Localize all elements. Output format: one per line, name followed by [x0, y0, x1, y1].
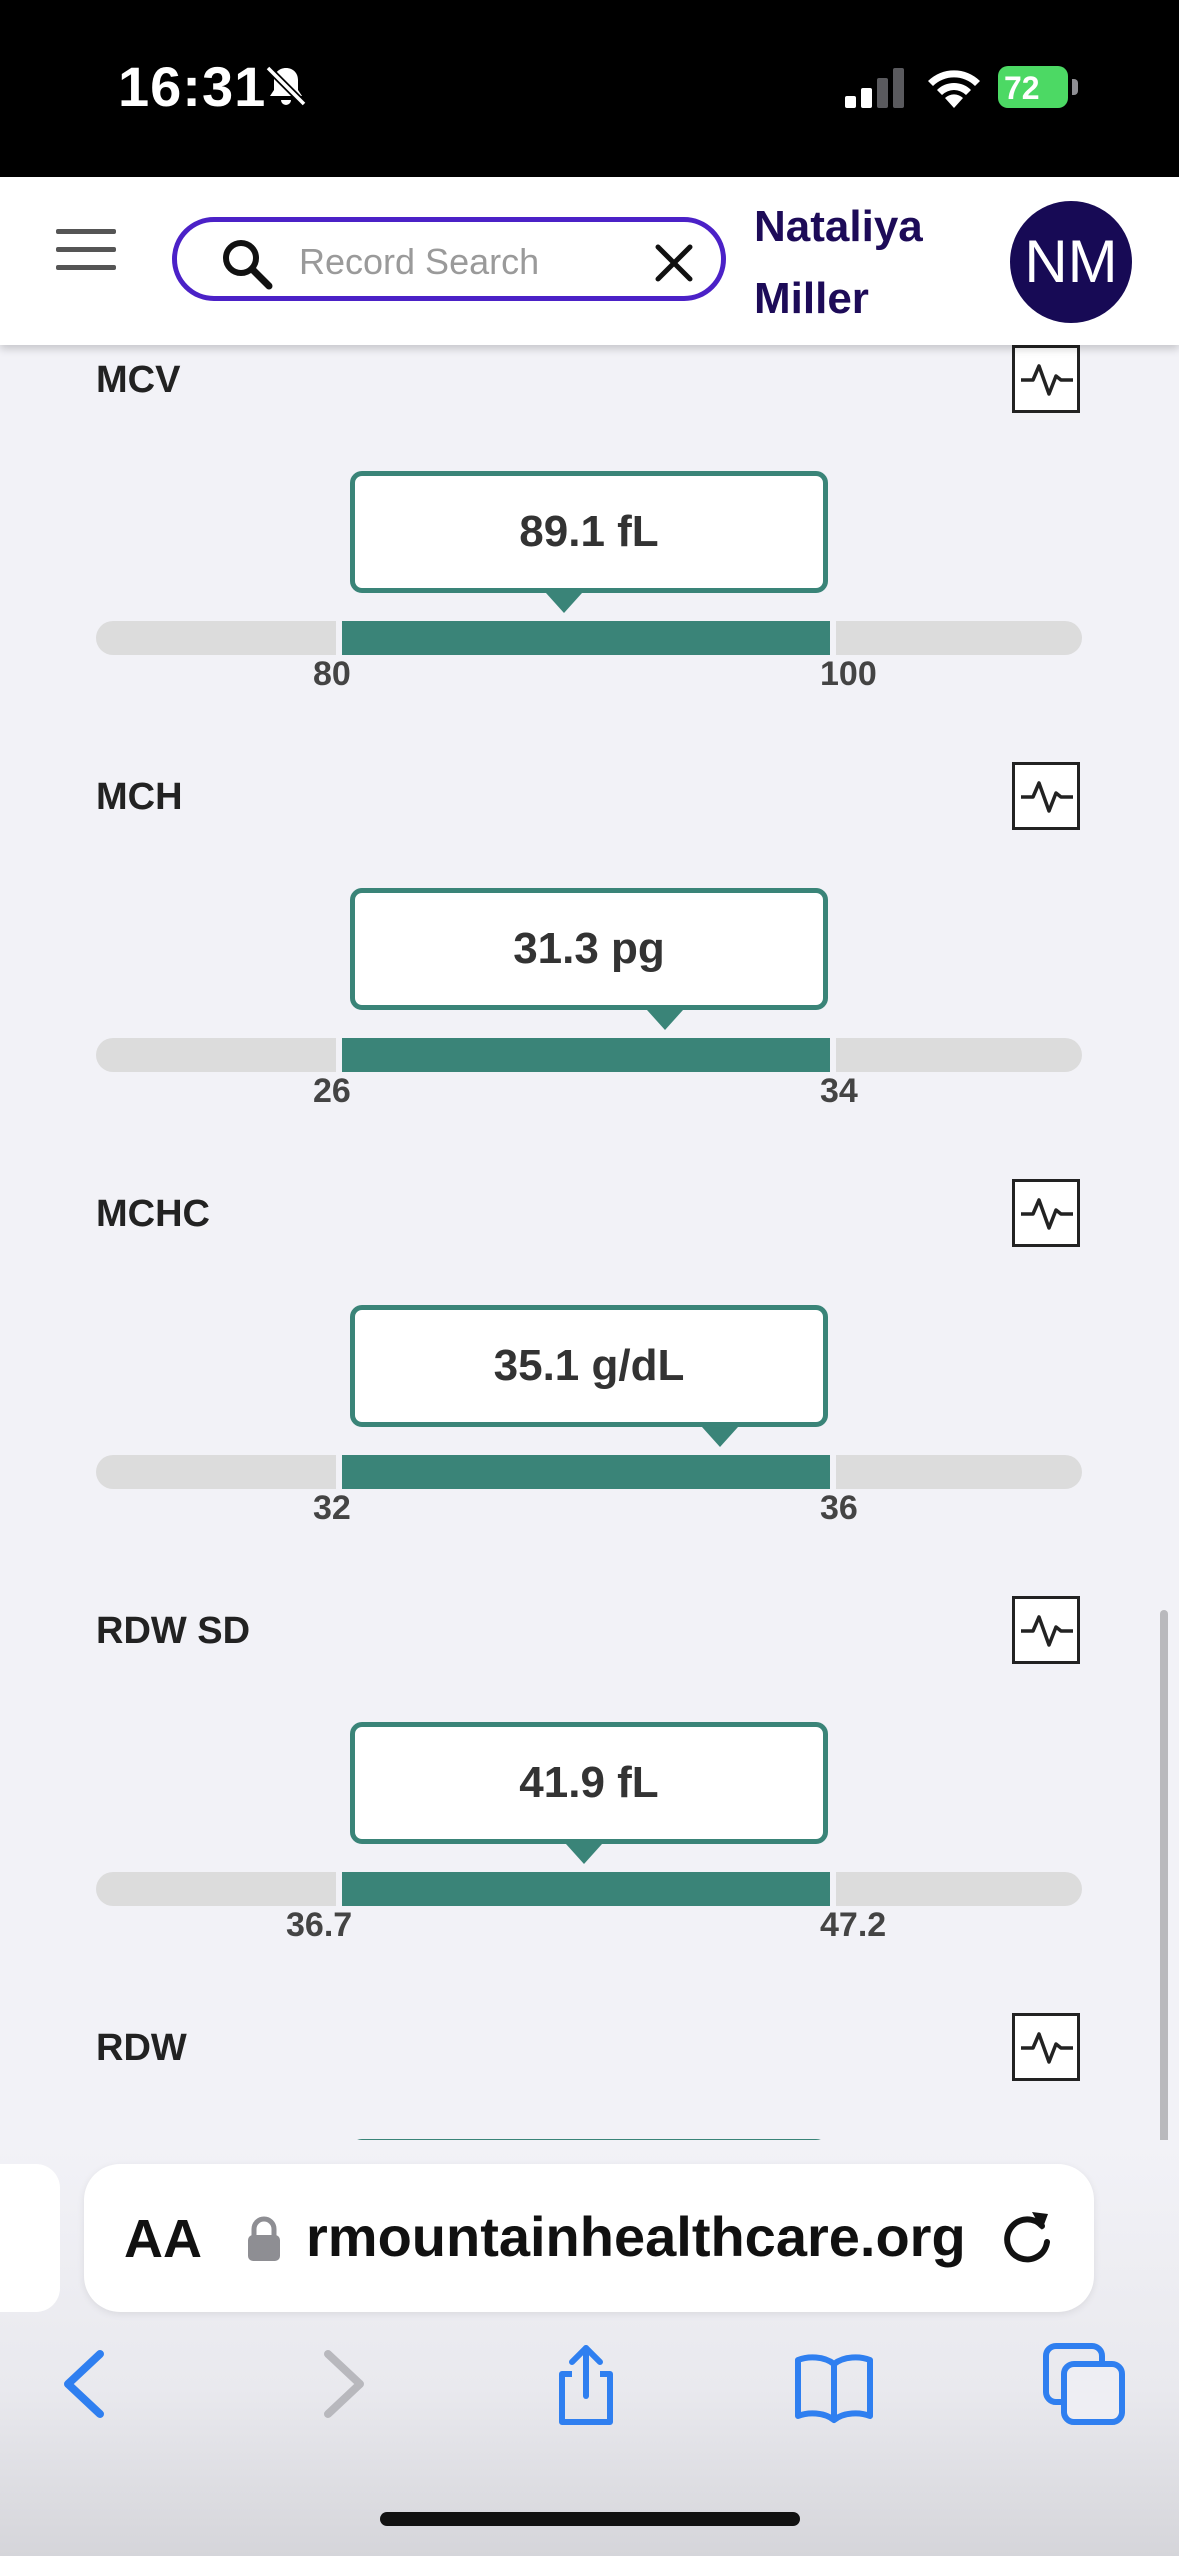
status-time: 16:31 — [118, 55, 267, 118]
result-mchc: MCHC 35.1 g/dL 32 36 — [0, 1179, 1179, 1596]
result-name: RDW SD — [96, 1610, 251, 1652]
result-name: MCHC — [96, 1193, 210, 1235]
address-bar[interactable]: AA rmountainhealthcare.org — [84, 2164, 1094, 2312]
result-value: 31.3 pg — [350, 888, 828, 1010]
range-low-label: 80 — [313, 655, 351, 693]
result-mcv: MCV 89.1 fL 80 100 — [0, 345, 1179, 762]
battery-icon: 72 — [998, 66, 1080, 108]
lock-icon — [248, 2216, 280, 2261]
trend-chart-button[interactable] — [1012, 2013, 1080, 2081]
value-pointer — [702, 1427, 739, 1447]
result-value: 35.1 g/dL — [350, 1305, 828, 1427]
reload-icon[interactable] — [994, 2204, 1060, 2270]
search-icon[interactable] — [219, 236, 275, 292]
share-icon[interactable] — [542, 2340, 630, 2428]
trend-line-icon — [1021, 2032, 1073, 2064]
value-pointer — [647, 1010, 684, 1030]
value-pointer — [565, 1844, 602, 1864]
trend-chart-button[interactable] — [1012, 762, 1080, 830]
status-bar: 16:31 72 — [0, 0, 1179, 177]
avatar[interactable]: NM — [1010, 201, 1132, 323]
result-rdw-sd: RDW SD 41.9 fL 36.7 47.2 — [0, 1596, 1179, 2013]
normal-range-bar — [336, 1872, 836, 1906]
battery-level: 72 — [1004, 70, 1040, 106]
result-name: RDW — [96, 2027, 187, 2069]
user-first-name: Nataliya — [754, 202, 923, 251]
value-pointer — [546, 593, 583, 613]
forward-icon[interactable] — [298, 2340, 386, 2428]
range-high-label: 47.2 — [820, 1906, 887, 1944]
normal-range-bar — [336, 1038, 836, 1072]
previous-tab-preview[interactable] — [0, 2164, 60, 2312]
range-low-label: 36.7 — [286, 1906, 353, 1944]
result-name: MCV — [96, 359, 181, 401]
normal-range-bar — [336, 621, 836, 655]
bookmarks-icon[interactable] — [790, 2340, 878, 2428]
range-low-label: 26 — [313, 1072, 351, 1110]
trend-chart-button[interactable] — [1012, 345, 1080, 413]
scroll-indicator[interactable] — [1160, 1610, 1168, 2140]
reader-options-button[interactable]: AA — [124, 2208, 202, 2270]
range-high-label: 34 — [820, 1072, 858, 1110]
tabs-icon[interactable] — [1040, 2340, 1128, 2428]
trend-line-icon — [1021, 1615, 1073, 1647]
trend-line-icon — [1021, 364, 1073, 396]
range-low-label: 32 — [313, 1489, 351, 1527]
clear-search-icon[interactable] — [653, 242, 695, 284]
bell-muted-icon — [265, 65, 307, 107]
normal-range-bar — [336, 1455, 836, 1489]
result-mch: MCH 31.3 pg 26 34 — [0, 762, 1179, 1179]
home-indicator[interactable] — [380, 2512, 800, 2526]
result-name: MCH — [96, 776, 183, 818]
range-high-label: 100 — [820, 655, 877, 693]
result-value: 89.1 fL — [350, 471, 828, 593]
trend-line-icon — [1021, 1198, 1073, 1230]
result-value: 41.9 fL — [350, 1722, 828, 1844]
cellular-signal-icon — [845, 68, 904, 108]
result-rdw: RDW — [0, 2013, 1179, 2140]
url-text: rmountainhealthcare.org — [306, 2205, 966, 2268]
app-header: Nataliya Miller NM — [0, 177, 1179, 345]
user-last-name: Miller — [754, 274, 869, 323]
trend-chart-button[interactable] — [1012, 1179, 1080, 1247]
hamburger-menu-icon[interactable] — [56, 229, 116, 275]
record-search-box[interactable] — [172, 217, 726, 301]
user-name[interactable]: Nataliya Miller — [754, 191, 954, 335]
back-icon[interactable] — [42, 2340, 130, 2428]
trend-chart-button[interactable] — [1012, 1596, 1080, 1664]
browser-toolbar: AA rmountainhealthcare.org — [0, 2140, 1179, 2556]
lab-results-list: MCV 89.1 fL 80 100 MCH 31.3 pg 26 34 MCH… — [0, 345, 1179, 2140]
search-input[interactable] — [297, 236, 601, 288]
trend-line-icon — [1021, 781, 1073, 813]
wifi-icon — [928, 70, 980, 108]
range-high-label: 36 — [820, 1489, 858, 1527]
